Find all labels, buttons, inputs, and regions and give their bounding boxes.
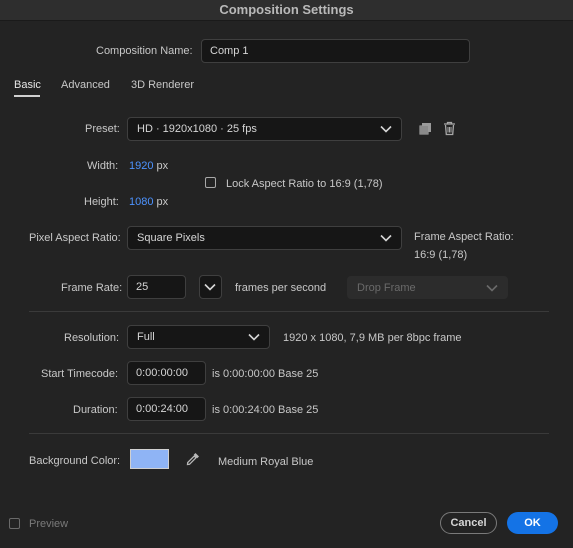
tab-active-indicator [14, 95, 40, 97]
height-value[interactable]: 1080 [129, 196, 153, 208]
eyedropper-icon[interactable] [185, 451, 201, 467]
cancel-button[interactable]: Cancel [440, 512, 497, 534]
start-timecode-value: 0:00:00:00 [136, 367, 188, 379]
tab-advanced[interactable]: Advanced [61, 79, 110, 91]
duration-label: Duration: [73, 404, 118, 416]
frame-rate-value: 25 [136, 281, 149, 293]
duration-is: is 0:00:24:00 Base 25 [212, 404, 319, 416]
tab-3d-renderer[interactable]: 3D Renderer [131, 79, 194, 91]
section-divider [29, 311, 549, 312]
frame-rate-input[interactable]: 25 [127, 275, 186, 299]
width-control[interactable]: 1920 px [129, 160, 168, 172]
background-color-label: Background Color: [29, 455, 121, 467]
delete-preset-icon[interactable] [443, 121, 456, 136]
ok-button[interactable]: OK [507, 512, 558, 534]
lock-aspect-label: Lock Aspect Ratio to 16:9 (1,78) [226, 178, 383, 190]
frame-aspect-value: 16:9 (1,78) [414, 249, 468, 261]
frame-rate-dropdown[interactable] [199, 275, 222, 299]
height-unit: px [156, 196, 169, 208]
start-timecode-is: is 0:00:00:00 Base 25 [212, 368, 319, 380]
composition-name-input[interactable]: Comp 1 [201, 39, 470, 63]
background-color-swatch[interactable] [130, 449, 169, 469]
width-value[interactable]: 1920 [129, 160, 153, 172]
composition-name-label: Composition Name: [96, 45, 193, 57]
section-divider [29, 433, 549, 434]
start-timecode-input[interactable]: 0:00:00:00 [127, 361, 206, 385]
preset-label: Preset: [85, 123, 120, 135]
drop-frame-dropdown: Drop Frame [347, 276, 508, 299]
save-preset-icon[interactable] [419, 122, 432, 136]
pixel-aspect-dropdown[interactable]: Square Pixels [127, 226, 402, 250]
chevron-down-icon [248, 333, 260, 341]
resolution-info: 1920 x 1080, 7,9 MB per 8bpc frame [283, 332, 462, 344]
duration-input[interactable]: 0:00:24:00 [127, 397, 206, 421]
drop-frame-value: Drop Frame [357, 281, 416, 294]
chevron-down-icon [486, 284, 498, 292]
duration-value: 0:00:24:00 [136, 403, 188, 415]
chevron-down-icon [380, 125, 392, 133]
preset-dropdown[interactable]: HD · 1920x1080 · 25 fps [127, 117, 402, 141]
preview-label: Preview [29, 518, 69, 530]
resolution-dropdown[interactable]: Full [127, 325, 270, 349]
preview-checkbox[interactable] [9, 518, 20, 529]
resolution-label: Resolution: [64, 332, 120, 344]
chevron-down-icon [380, 234, 392, 242]
pixel-aspect-label: Pixel Aspect Ratio: [29, 232, 121, 244]
background-color-name: Medium Royal Blue [218, 456, 314, 468]
chevron-down-icon [204, 283, 216, 291]
frame-rate-unit: frames per second [235, 282, 327, 294]
height-label: Height: [84, 196, 119, 208]
frame-aspect-label: Frame Aspect Ratio: [414, 231, 514, 243]
window-title: Composition Settings [0, 0, 573, 21]
width-unit: px [156, 160, 169, 172]
height-control[interactable]: 1080 px [129, 196, 168, 208]
composition-name-value: Comp 1 [210, 45, 249, 57]
tab-basic[interactable]: Basic [14, 79, 41, 91]
pixel-aspect-value: Square Pixels [137, 232, 205, 244]
frame-rate-label: Frame Rate: [61, 282, 123, 294]
start-timecode-label: Start Timecode: [41, 368, 119, 380]
width-label: Width: [87, 160, 119, 172]
preset-value: HD · 1920x1080 · 25 fps [137, 123, 257, 135]
lock-aspect-checkbox[interactable] [205, 177, 216, 188]
resolution-value: Full [137, 331, 155, 343]
